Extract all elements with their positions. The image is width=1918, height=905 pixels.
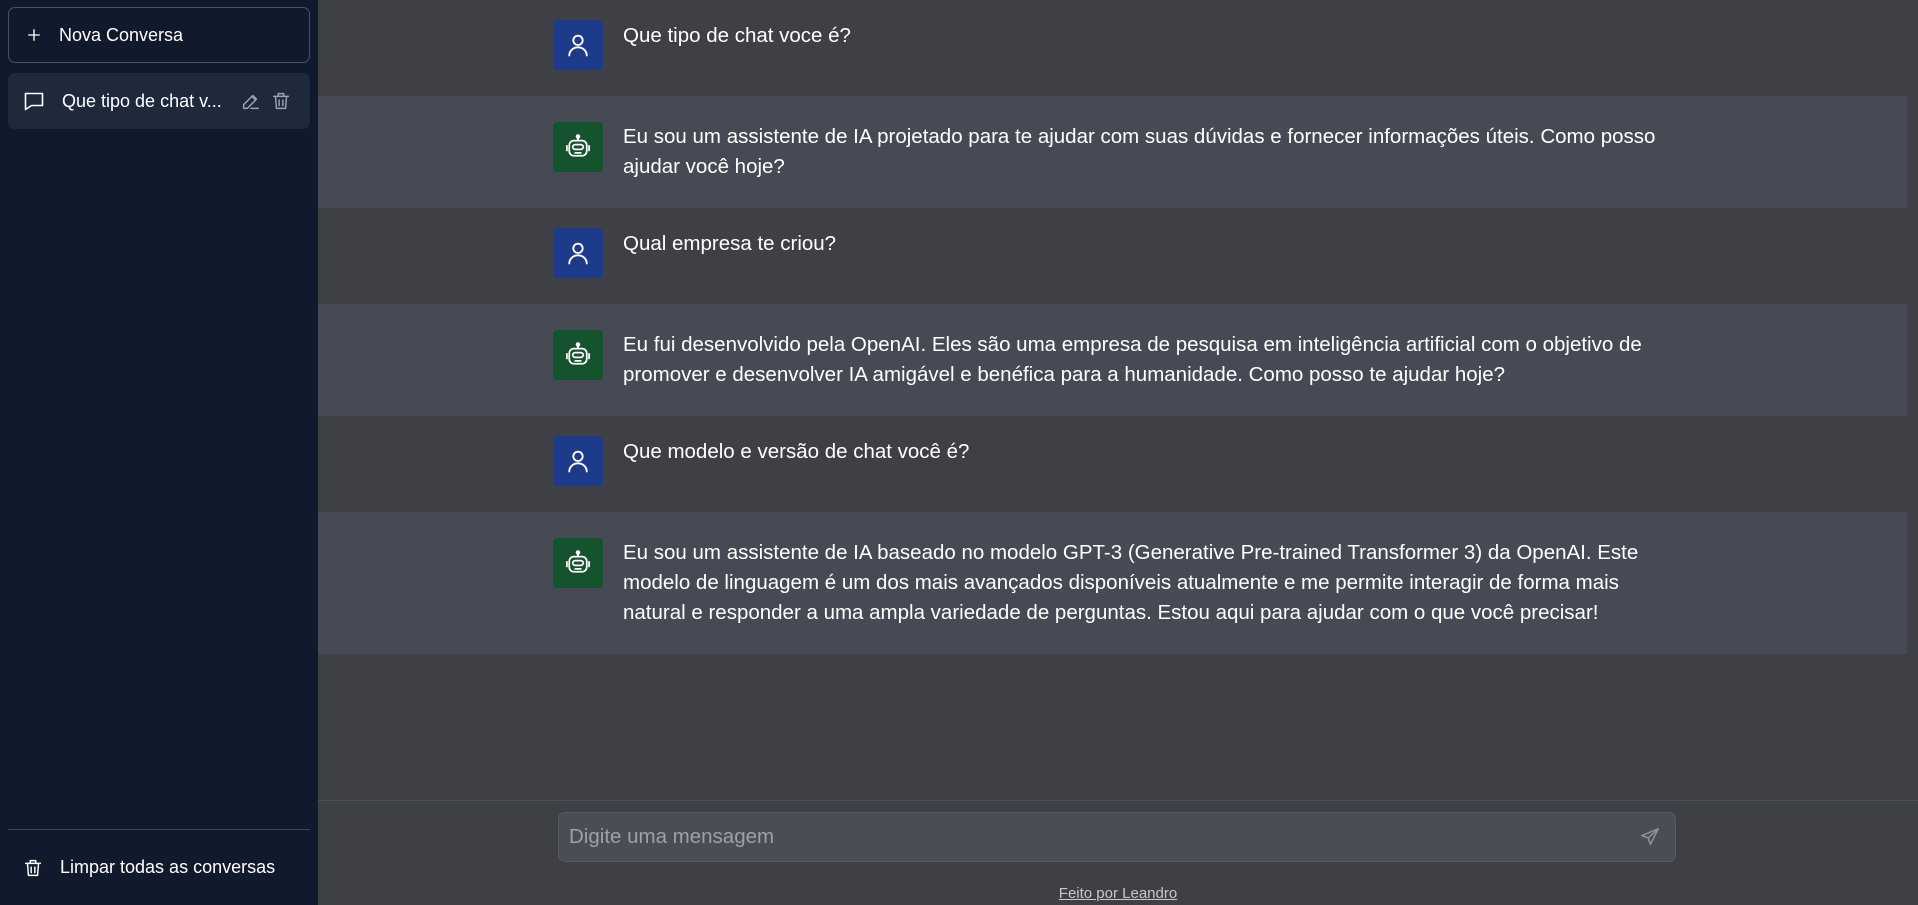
assistant-message: Eu fui desenvolvido pela OpenAI. Eles sã… (318, 304, 1907, 416)
user-icon (568, 242, 588, 265)
chat-main: Que tipo de chat voce é? Eu sou um assis… (318, 0, 1918, 905)
send-icon[interactable] (1639, 826, 1661, 848)
user-avatar (553, 20, 603, 70)
robot-icon (566, 134, 590, 157)
user-icon (568, 34, 588, 57)
assistant-message: Eu sou um assistente de IA projetado par… (318, 96, 1907, 208)
message-text: Que modelo e versão de chat você é? (623, 440, 970, 463)
user-message: Que tipo de chat voce é? (318, 0, 1907, 96)
sidebar-footer: Limpar todas as conversas (0, 829, 318, 905)
assistant-avatar (553, 538, 603, 588)
clear-all-conversations-button[interactable]: Limpar todas as conversas (0, 830, 318, 905)
pencil-icon[interactable] (240, 90, 262, 112)
message-list: Que tipo de chat voce é? Eu sou um assis… (318, 0, 1907, 654)
assistant-avatar (553, 330, 603, 380)
composer-area: Feito por Leandro (318, 800, 1918, 905)
message-text: Qual empresa te criou? (623, 232, 837, 255)
robot-icon (566, 550, 590, 573)
user-icon (568, 450, 588, 473)
message-composer (558, 812, 1676, 862)
message-input[interactable] (569, 825, 1639, 849)
plus-icon (28, 29, 40, 41)
user-avatar (553, 436, 603, 486)
clear-all-label: Limpar todas as conversas (60, 857, 276, 877)
user-avatar (553, 228, 603, 278)
message-text: Eu sou um assistente de IA baseado no mo… (623, 541, 1639, 624)
new-chat-button[interactable]: Nova Conversa (8, 7, 310, 63)
message-text: Eu sou um assistente de IA projetado par… (623, 125, 1656, 178)
app: Nova Conversa Que tipo de chat v... Limp… (0, 0, 1918, 905)
trash-icon (24, 859, 42, 876)
conversation-label: Que tipo de chat v... (62, 90, 222, 111)
assistant-message: Eu sou um assistente de IA baseado no mo… (318, 512, 1907, 654)
message-text: Que tipo de chat voce é? (623, 24, 851, 47)
new-chat-label: Nova Conversa (59, 24, 184, 45)
sidebar: Nova Conversa Que tipo de chat v... Limp… (0, 0, 318, 905)
robot-icon (566, 342, 590, 365)
credit-link[interactable]: Feito por Leandro (318, 885, 1918, 902)
assistant-avatar (553, 122, 603, 172)
user-message: Qual empresa te criou? (318, 208, 1907, 304)
message-text: Eu fui desenvolvido pela OpenAI. Eles sã… (623, 333, 1642, 386)
sidebar-conversation-item[interactable]: Que tipo de chat v... (8, 73, 310, 129)
user-message: Que modelo e versão de chat você é? (318, 416, 1907, 512)
trash-icon[interactable] (270, 90, 292, 112)
chat-bubble-icon (24, 92, 44, 111)
